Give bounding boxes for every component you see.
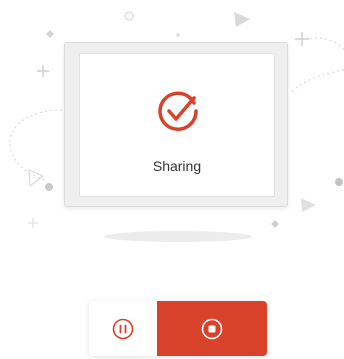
plus-icon — [295, 32, 309, 46]
dotted-curve — [9, 109, 63, 181]
dotted-curve — [309, 37, 344, 51]
sharing-controls — [89, 301, 267, 356]
stop-button[interactable] — [157, 301, 267, 356]
pause-button[interactable] — [89, 301, 157, 356]
dot-icon — [45, 183, 53, 191]
sharing-status-label: Sharing — [152, 158, 202, 174]
monitor-shadow — [104, 231, 252, 242]
dot-icon — [176, 33, 180, 37]
triangle-icon — [234, 12, 250, 27]
pause-icon — [112, 318, 134, 339]
plus-icon — [28, 218, 38, 228]
screen-sharing-panel: Sharing — [0, 0, 344, 359]
circle-outline-icon — [124, 11, 134, 21]
triangle-outline-icon — [28, 169, 44, 187]
monitor-illustration: Sharing — [64, 42, 288, 207]
diamond-icon — [46, 30, 54, 38]
check-circle-icon — [158, 91, 198, 131]
diamond-icon — [271, 220, 279, 228]
stop-icon — [201, 318, 223, 339]
monitor-screen: Sharing — [79, 53, 275, 197]
plus-icon — [37, 65, 49, 77]
dotted-curve — [290, 69, 344, 94]
dot-icon — [335, 178, 343, 186]
triangle-icon — [301, 198, 316, 212]
